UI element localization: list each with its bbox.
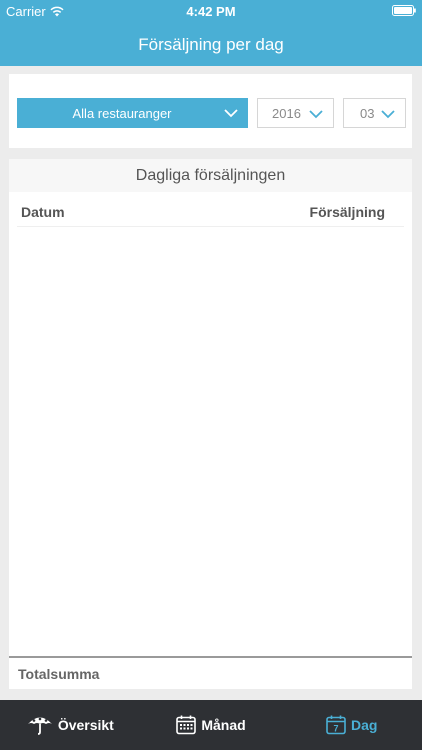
status-bar: Carrier 4:42 PM [0, 0, 422, 22]
tab-overview-label: Översikt [57, 717, 114, 733]
restaurant-select[interactable]: Alla restauranger [17, 98, 248, 128]
chevron-down-icon [224, 109, 238, 118]
year-select[interactable]: 2016 [257, 98, 334, 128]
umbrella-icon [27, 717, 52, 735]
month-select-value: 03 [360, 106, 375, 121]
tab-month[interactable]: Månad [141, 700, 282, 750]
column-header-date: Datum [21, 204, 65, 220]
table-title: Dagliga försäljningen [9, 159, 412, 192]
tab-month-label: Månad [201, 717, 246, 733]
chevron-down-icon [381, 110, 395, 119]
tab-day-label: Dag [350, 717, 378, 733]
battery-icon [392, 5, 416, 16]
page-title: Försäljning per dag [138, 35, 284, 54]
restaurant-select-value: Alla restauranger [72, 106, 172, 121]
chevron-down-icon [309, 110, 323, 119]
header: Carrier 4:42 PM Försäljning per dag [0, 0, 422, 66]
calendar-day-number: 7 [333, 724, 338, 734]
status-time: 4:42 PM [186, 4, 236, 19]
total-label: Totalsumma [18, 666, 100, 682]
tab-bar: Översikt Månad 7 Dag [0, 700, 422, 750]
month-select[interactable]: 03 [343, 98, 406, 128]
tab-overview[interactable]: Översikt [0, 700, 141, 750]
total-divider [9, 656, 412, 658]
filter-card: Alla restauranger 2016 03 [9, 74, 412, 148]
column-header-sales: Försäljning [309, 204, 385, 220]
calendar-day-icon: 7 [326, 715, 346, 735]
calendar-grid-icon [176, 715, 197, 735]
daily-sales-table: Dagliga försäljningen Datum Försäljning … [9, 159, 412, 689]
year-select-value: 2016 [272, 106, 301, 121]
table-body[interactable] [9, 227, 412, 656]
tab-day[interactable]: 7 Dag [281, 700, 422, 750]
